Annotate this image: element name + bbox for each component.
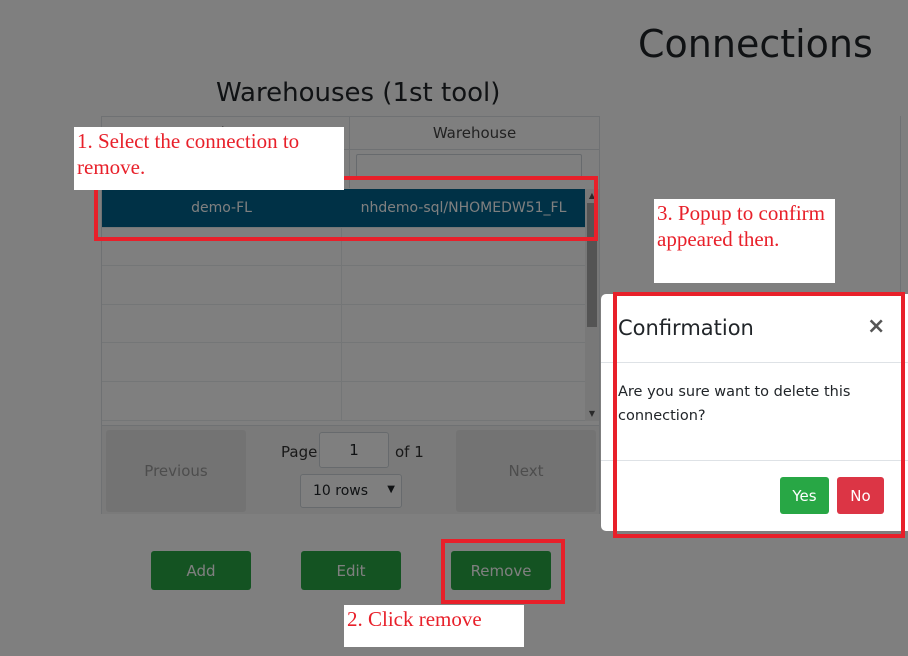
- annotation-step-2: 2. Click remove: [344, 605, 524, 647]
- annotation-box-remove: [441, 539, 565, 604]
- annotation-step-1: 1. Select the connection to remove.: [74, 127, 344, 190]
- annotation-step-3: 3. Popup to confirm appeared then.: [654, 199, 835, 283]
- annotation-box-modal: [613, 292, 905, 538]
